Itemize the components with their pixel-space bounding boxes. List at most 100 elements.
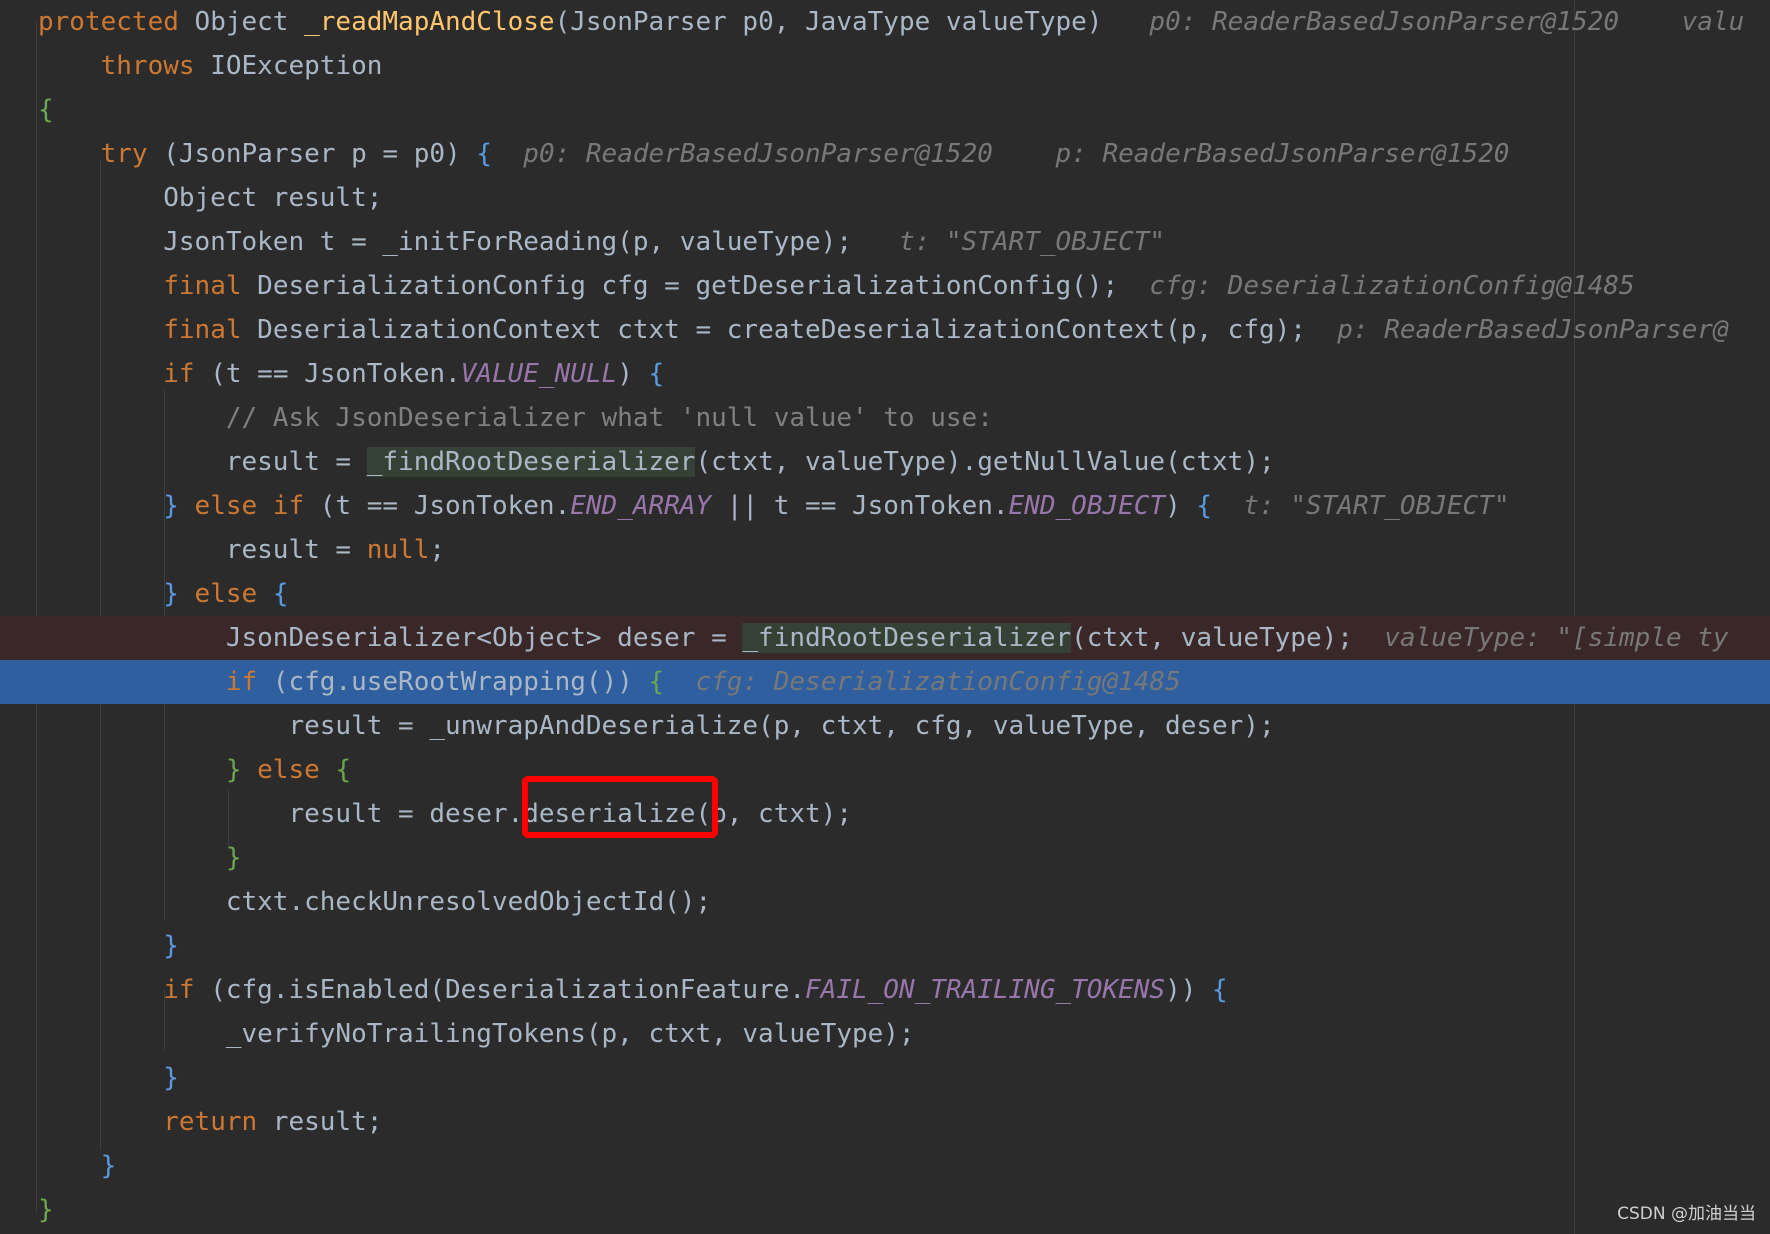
code-text: } [38, 1188, 54, 1232]
code-line[interactable]: ctxt.checkUnresolvedObjectId(); [0, 880, 1770, 924]
code-token: || t == JsonToken. [711, 491, 1009, 521]
code-token: return [163, 1107, 258, 1137]
inline-debug-hint: p0: ReaderBasedJsonParser@1520 p: Reader… [491, 139, 1510, 169]
code-token: ctxt.checkUnresolvedObjectId(); [38, 887, 712, 917]
code-line[interactable]: final DeserializationContext ctxt = crea… [0, 308, 1770, 352]
code-line[interactable]: } else if (t == JsonToken.END_ARRAY || t… [0, 484, 1770, 528]
inline-debug-hint: p0: ReaderBasedJsonParser@1520 valu [1102, 7, 1745, 37]
inline-debug-hint: valueType: "[simple ty [1352, 623, 1729, 653]
code-text: // Ask JsonDeserializer what 'null value… [38, 396, 993, 440]
code-token: { [648, 667, 665, 697]
code-token: { [1196, 491, 1213, 521]
code-text: final DeserializationConfig cfg = getDes… [38, 264, 1634, 308]
code-text: } else { [38, 572, 288, 616]
code-text: result = null; [38, 528, 445, 572]
code-token: final [163, 315, 242, 345]
code-token: _verifyNoTrailingTokens(p, ctxt, valueTy… [38, 1019, 915, 1049]
inline-debug-hint: p: ReaderBasedJsonParser@ [1305, 315, 1729, 345]
code-token: } [100, 1151, 117, 1181]
code-text: } else if (t == JsonToken.END_ARRAY || t… [38, 484, 1509, 528]
code-line[interactable]: throws IOException [0, 44, 1770, 88]
code-token: else if [194, 491, 305, 521]
code-line[interactable]: // Ask JsonDeserializer what 'null value… [0, 396, 1770, 440]
code-line[interactable]: } else { [0, 572, 1770, 616]
code-token: (ctxt, valueType).getNullValue(ctxt); [695, 447, 1275, 477]
code-token: result = [38, 535, 367, 565]
code-line[interactable]: result = _unwrapAndDeserialize(p, ctxt, … [0, 704, 1770, 748]
code-text: ctxt.checkUnresolvedObjectId(); [38, 880, 711, 924]
code-token: } [163, 931, 179, 961]
code-text: final DeserializationContext ctxt = crea… [38, 308, 1729, 352]
code-line[interactable]: _verifyNoTrailingTokens(p, ctxt, valueTy… [0, 1012, 1770, 1056]
code-token: ) [1165, 491, 1197, 521]
code-token: _findRootDeserializer [366, 447, 696, 477]
code-text: if (cfg.useRootWrapping()) { cfg: Deseri… [38, 660, 1181, 704]
code-text: result = deser.deserialize(p, ctxt); [38, 792, 852, 836]
inline-debug-hint: t: "START_OBJECT" [1212, 491, 1510, 521]
code-text: return result; [38, 1100, 382, 1144]
code-token: { [38, 95, 54, 125]
code-line[interactable]: } [0, 1056, 1770, 1100]
code-token: } [225, 843, 242, 873]
code-token: } [38, 1195, 54, 1225]
code-line[interactable]: JsonToken t = _initForReading(p, valueTy… [0, 220, 1770, 264]
code-token: } [163, 1063, 179, 1093]
code-text: try (JsonParser p = p0) { p0: ReaderBase… [38, 132, 1510, 176]
code-line[interactable]: return result; [0, 1100, 1770, 1144]
code-line[interactable]: JsonDeserializer<Object> deser = _findRo… [0, 616, 1770, 660]
code-line[interactable]: protected Object _readMapAndClose(JsonPa… [0, 0, 1770, 44]
code-token: result = [38, 447, 367, 477]
code-text: JsonDeserializer<Object> deser = _findRo… [38, 616, 1729, 660]
code-token: FAIL_ON_TRAILING_TOKENS [805, 975, 1166, 1005]
code-text: throws IOException [38, 44, 383, 88]
code-line[interactable]: } [0, 924, 1770, 968]
code-line[interactable]: if (cfg.useRootWrapping()) { cfg: Deseri… [0, 660, 1770, 704]
code-token: JsonToken t = _initForReading(p, valueTy… [38, 227, 852, 257]
code-token: if [163, 359, 195, 389]
code-token: // Ask JsonDeserializer what 'null value… [225, 403, 993, 433]
code-token: { [272, 579, 289, 609]
code-token: } [163, 491, 179, 521]
code-text: Object result; [38, 176, 382, 220]
code-token: if [163, 975, 195, 1005]
code-token: )) [1165, 975, 1213, 1005]
code-line[interactable]: if (t == JsonToken.VALUE_NULL) { [0, 352, 1770, 396]
code-token: { [476, 139, 492, 169]
code-line[interactable]: { [0, 88, 1770, 132]
code-token: (t == JsonToken. [194, 359, 461, 389]
code-token: } [163, 579, 179, 609]
code-line[interactable]: Object result; [0, 176, 1770, 220]
code-line[interactable]: } else { [0, 748, 1770, 792]
code-line[interactable]: try (JsonParser p = p0) { p0: ReaderBase… [0, 132, 1770, 176]
code-token: Object [178, 7, 305, 37]
code-token: (ctxt, valueType); [1071, 623, 1353, 653]
inline-debug-hint: t: "START_OBJECT" [851, 227, 1166, 257]
code-line[interactable]: result = null; [0, 528, 1770, 572]
code-line[interactable]: result = deser.deserialize(p, ctxt); [0, 792, 1770, 836]
code-line[interactable]: } [0, 1188, 1770, 1232]
code-token: result = deser.deserialize(p, ctxt); [38, 799, 852, 829]
code-token: (cfg.useRootWrapping()) [257, 667, 649, 697]
code-line[interactable]: final DeserializationConfig cfg = getDes… [0, 264, 1770, 308]
code-editor[interactable]: protected Object _readMapAndClose(JsonPa… [0, 0, 1770, 1234]
code-line[interactable]: result = _findRootDeserializer(ctxt, val… [0, 440, 1770, 484]
code-text: result = _findRootDeserializer(ctxt, val… [38, 440, 1275, 484]
code-token: ; [429, 535, 446, 565]
code-line[interactable]: } [0, 836, 1770, 880]
code-text: _verifyNoTrailingTokens(p, ctxt, valueTy… [38, 1012, 915, 1056]
code-line[interactable]: if (cfg.isEnabled(DeserializationFeature… [0, 968, 1770, 1012]
code-line[interactable]: } [0, 1144, 1770, 1188]
